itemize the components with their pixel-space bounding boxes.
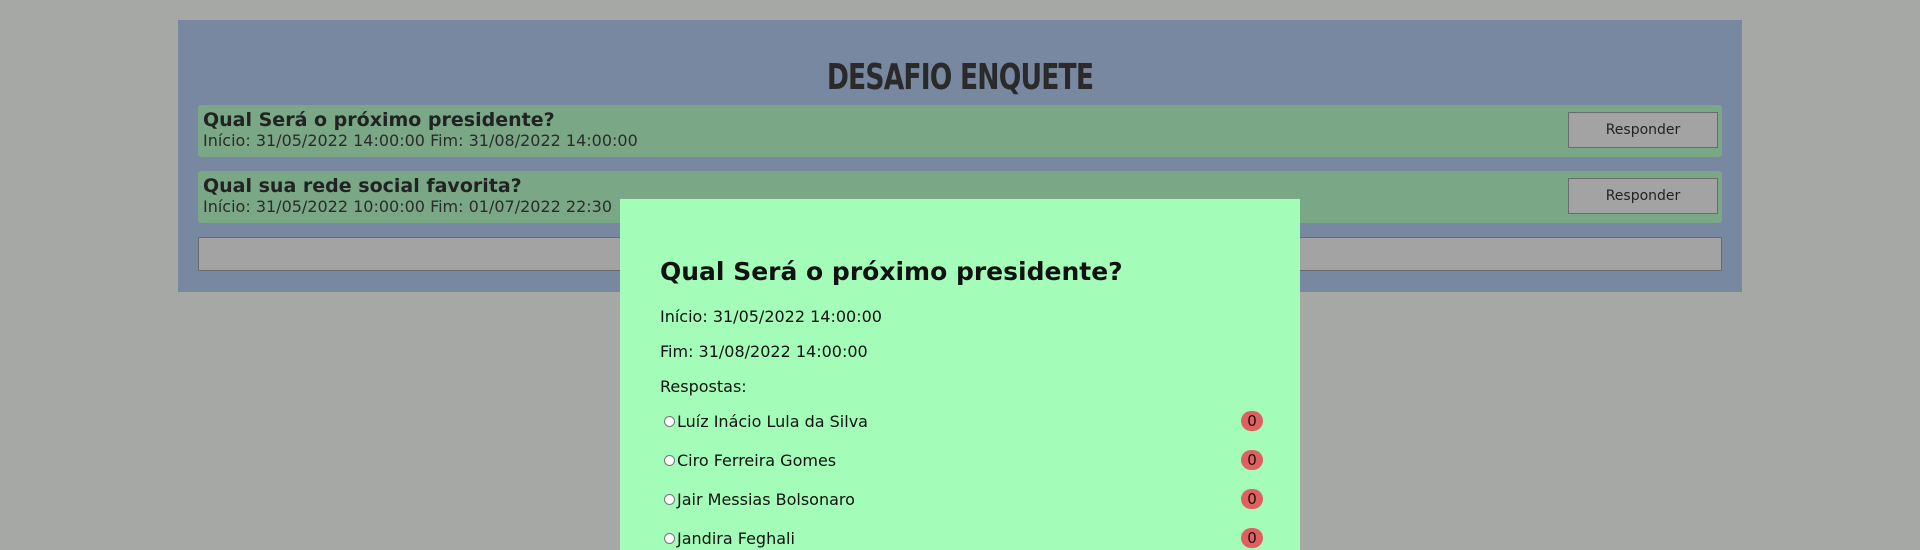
poll-card: Qual Será o próximo presidente? Início: … [198, 105, 1722, 157]
answer-option[interactable]: Jandira Feghali 0 [664, 528, 1263, 550]
page: DESAFIO ENQUETE Qual Será o próximo pres… [0, 0, 1920, 550]
answer-option[interactable]: Jair Messias Bolsonaro 0 [664, 489, 1263, 513]
answer-label: Luíz Inácio Lula da Silva [677, 412, 868, 431]
respond-button[interactable]: Responder [1568, 112, 1718, 148]
vote-count-badge: 0 [1241, 411, 1263, 431]
modal-title: Qual Será o próximo presidente? [660, 257, 1123, 286]
app-title: DESAFIO ENQUETE [826, 57, 1094, 98]
answer-label: Ciro Ferreira Gomes [677, 451, 837, 470]
poll-title: Qual Será o próximo presidente? [203, 109, 555, 131]
radio-button[interactable] [664, 533, 675, 544]
poll-title: Qual sua rede social favorita? [203, 175, 522, 197]
answers-label: Respostas: [660, 377, 747, 396]
vote-count-badge: 0 [1241, 489, 1263, 509]
respond-button[interactable]: Responder [1568, 178, 1718, 214]
modal-start-date: Início: 31/05/2022 14:00:00 [660, 307, 882, 326]
modal-end-date: Fim: 31/08/2022 14:00:00 [660, 342, 868, 361]
radio-button[interactable] [664, 455, 675, 466]
answer-option[interactable]: Ciro Ferreira Gomes 0 [664, 450, 1263, 474]
radio-button[interactable] [664, 494, 675, 505]
poll-dates: Início: 31/05/2022 10:00:00 Fim: 01/07/2… [203, 197, 613, 216]
answer-option[interactable]: Luíz Inácio Lula da Silva 0 [664, 411, 1263, 435]
vote-count-badge: 0 [1241, 450, 1263, 470]
poll-dates: Início: 31/05/2022 14:00:00 Fim: 31/08/2… [203, 131, 638, 150]
answer-label: Jandira Feghali [677, 529, 795, 548]
poll-modal: Qual Será o próximo presidente? Início: … [620, 199, 1300, 550]
vote-count-badge: 0 [1241, 528, 1263, 548]
answer-label: Jair Messias Bolsonaro [677, 490, 855, 509]
radio-button[interactable] [664, 416, 675, 427]
